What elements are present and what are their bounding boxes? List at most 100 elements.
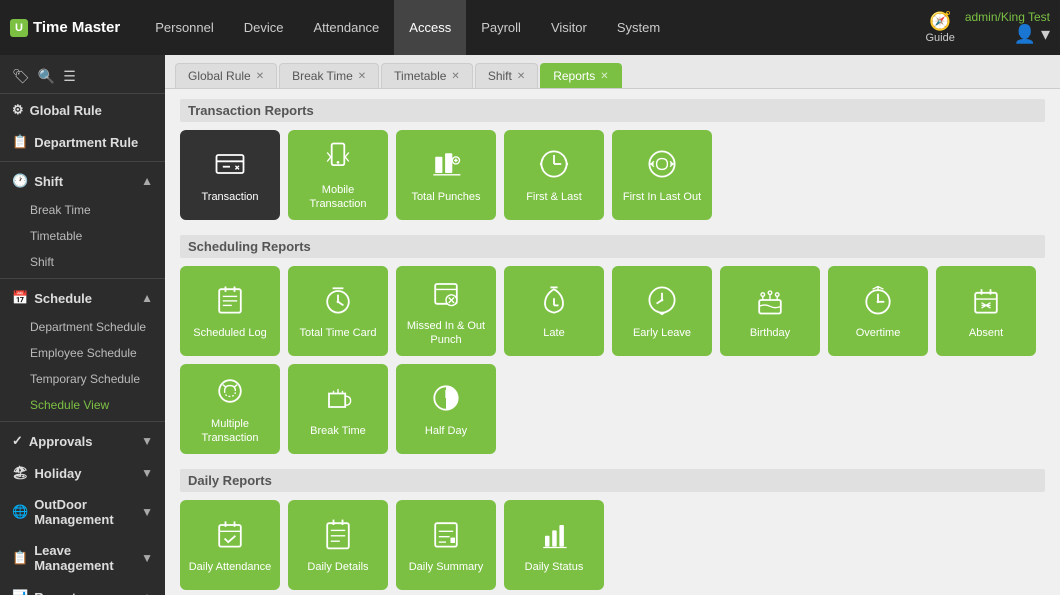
- card-multiple-transaction[interactable]: Multiple Transaction: [180, 364, 280, 454]
- card-transaction[interactable]: Transaction: [180, 130, 280, 220]
- logo-box: U: [10, 19, 28, 37]
- card-overtime[interactable]: Overtime: [828, 266, 928, 356]
- sidebar-item-emp-schedule[interactable]: Employee Schedule: [0, 340, 165, 366]
- card-first-in-last-out[interactable]: First In Last Out: [612, 130, 712, 220]
- card-daily-summary[interactable]: Daily Summary: [396, 500, 496, 590]
- outdoor-chevron-icon: ▼: [141, 505, 153, 519]
- sidebar-item-timetable[interactable]: Timetable: [0, 223, 165, 249]
- card-daily-status[interactable]: Daily Status: [504, 500, 604, 590]
- leave-chevron-icon: ▼: [141, 551, 153, 565]
- card-break-time[interactable]: Break Time: [288, 364, 388, 454]
- divider-3: [0, 421, 165, 422]
- daily-status-label: Daily Status: [525, 561, 584, 574]
- sidebar-approvals-label: Approvals: [29, 434, 93, 449]
- break-time-label: Break Time: [310, 425, 366, 438]
- card-daily-attendance[interactable]: Daily Attendance: [180, 500, 280, 590]
- sidebar-item-temp-schedule[interactable]: Temporary Schedule: [0, 366, 165, 392]
- half-day-label: Half Day: [425, 425, 467, 438]
- nav-device[interactable]: Device: [229, 0, 299, 55]
- transaction-reports-grid: Transaction Mobile Transaction: [180, 130, 1045, 220]
- sidebar-shift-section[interactable]: 🕐 Shift ▲: [0, 165, 165, 197]
- card-daily-details[interactable]: Daily Details: [288, 500, 388, 590]
- tab-timetable[interactable]: Timetable ✕: [381, 63, 473, 88]
- tab-shift-close-icon[interactable]: ✕: [517, 71, 525, 82]
- leave-icon: 📋: [12, 550, 28, 566]
- search-icon[interactable]: 🔍: [38, 68, 55, 85]
- sidebar-top-icons: 🏷 🔍 ☰: [0, 60, 165, 94]
- divider-2: [0, 278, 165, 279]
- sidebar-item-global-rule[interactable]: ⚙ Global Rule: [0, 94, 165, 126]
- nav-attendance[interactable]: Attendance: [299, 0, 395, 55]
- tab-shift[interactable]: Shift ✕: [475, 63, 538, 88]
- nav-visitor[interactable]: Visitor: [536, 0, 602, 55]
- card-total-punches[interactable]: Total Punches: [396, 130, 496, 220]
- scheduled-log-label: Scheduled Log: [193, 327, 266, 340]
- logo[interactable]: U Time Master: [10, 19, 120, 37]
- card-first-last[interactable]: First & Last: [504, 130, 604, 220]
- daily-attendance-label: Daily Attendance: [189, 561, 272, 574]
- total-punches-icon: [428, 146, 464, 186]
- tab-reports-close-icon[interactable]: ✕: [600, 71, 608, 82]
- card-missed-in-out[interactable]: Missed In & Out Punch: [396, 266, 496, 356]
- sidebar-schedule-section[interactable]: 📅 Schedule ▲: [0, 282, 165, 314]
- card-total-time-card[interactable]: Total Time Card: [288, 266, 388, 356]
- reports-icon: 📊: [12, 589, 28, 595]
- sidebar-holiday-section[interactable]: 🏖 Holiday ▼: [0, 457, 165, 489]
- tab-reports[interactable]: Reports ✕: [540, 63, 621, 88]
- scheduled-log-icon: [212, 282, 248, 322]
- card-late[interactable]: Late: [504, 266, 604, 356]
- card-scheduled-log[interactable]: Scheduled Log: [180, 266, 280, 356]
- tab-timetable-close-icon[interactable]: ✕: [451, 71, 459, 82]
- nav-payroll[interactable]: Payroll: [466, 0, 536, 55]
- missed-in-out-icon: [428, 275, 464, 315]
- nav-system[interactable]: System: [602, 0, 675, 55]
- card-mobile-transaction[interactable]: Mobile Transaction: [288, 130, 388, 220]
- dept-rule-icon: 📋: [12, 134, 28, 150]
- sidebar-item-dept-schedule[interactable]: Department Schedule: [0, 314, 165, 340]
- sidebar-item-department-rule[interactable]: 📋 Department Rule: [0, 126, 165, 158]
- holiday-chevron-icon: ▼: [141, 466, 153, 480]
- nav-access[interactable]: Access: [394, 0, 466, 55]
- global-rule-icon: ⚙: [12, 102, 24, 118]
- menu-icon[interactable]: ☰: [63, 68, 76, 85]
- overtime-label: Overtime: [856, 327, 901, 340]
- nav-personnel[interactable]: Personnel: [140, 0, 229, 55]
- card-birthday[interactable]: Birthday: [720, 266, 820, 356]
- reports-chevron-icon: ▲: [141, 590, 153, 595]
- scheduling-reports-title: Scheduling Reports: [180, 235, 1045, 258]
- sidebar-item-shift[interactable]: Shift: [0, 249, 165, 275]
- daily-status-icon: [536, 516, 572, 556]
- absent-icon: [968, 282, 1004, 322]
- tab-break-time-close-icon[interactable]: ✕: [358, 71, 366, 82]
- sidebar-outdoor-label: OutDoor Management: [34, 497, 141, 527]
- first-in-last-out-label: First In Last Out: [623, 191, 701, 204]
- sidebar-item-break-time[interactable]: Break Time: [0, 197, 165, 223]
- sidebar-holiday-label: Holiday: [35, 466, 82, 481]
- approvals-chevron-icon: ▼: [141, 434, 153, 448]
- tag-icon[interactable]: 🏷: [12, 68, 30, 85]
- card-early-leave[interactable]: Early Leave: [612, 266, 712, 356]
- tab-timetable-label: Timetable: [394, 69, 446, 83]
- tab-global-rule-close-icon[interactable]: ✕: [256, 71, 264, 82]
- first-last-label: First & Last: [526, 191, 582, 204]
- user-info[interactable]: admin/King Test: [965, 10, 1050, 24]
- sidebar-item-schedule-view[interactable]: Schedule View: [0, 392, 165, 418]
- tab-global-rule[interactable]: Global Rule ✕: [175, 63, 277, 88]
- user-avatar-icon[interactable]: 👤 ▾: [1014, 24, 1050, 45]
- scheduling-reports-grid: Scheduled Log Total Time Card: [180, 266, 1045, 454]
- sidebar-approvals-section[interactable]: ✓ Approvals ▼: [0, 425, 165, 457]
- tab-break-time[interactable]: Break Time ✕: [279, 63, 379, 88]
- sidebar-reports-section[interactable]: 📊 Reports ▲: [0, 581, 165, 595]
- card-absent[interactable]: Absent: [936, 266, 1036, 356]
- tab-shift-label: Shift: [488, 69, 512, 83]
- card-half-day[interactable]: Half Day: [396, 364, 496, 454]
- sidebar-leave-label: Leave Management: [34, 543, 141, 573]
- daily-attendance-icon: [212, 516, 248, 556]
- sidebar-leave-section[interactable]: 📋 Leave Management ▼: [0, 535, 165, 581]
- guide-label: Guide: [925, 32, 954, 44]
- daily-details-icon: [320, 516, 356, 556]
- sidebar-outdoor-section[interactable]: 🌐 OutDoor Management ▼: [0, 489, 165, 535]
- guide-button[interactable]: 🧭 Guide: [925, 11, 954, 44]
- logo-text: Time Master: [33, 19, 120, 36]
- schedule-chevron-icon: ▲: [141, 291, 153, 305]
